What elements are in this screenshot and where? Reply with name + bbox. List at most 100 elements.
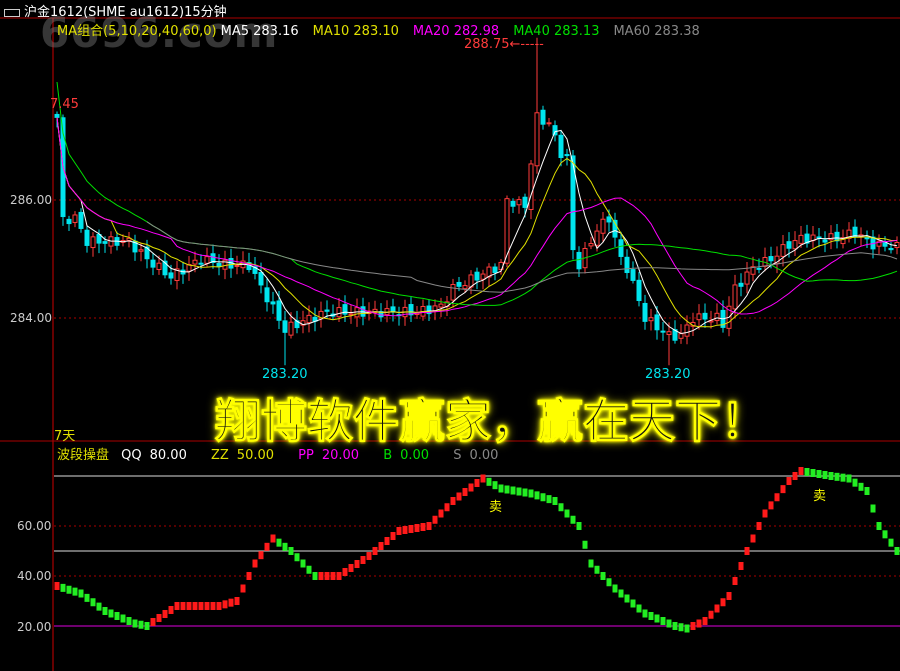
oscillator-bar: [276, 538, 282, 547]
oscillator-bar: [894, 547, 900, 555]
candle-body: [492, 266, 498, 273]
oscillator-bar: [654, 614, 660, 623]
oscillator-bar: [456, 492, 462, 501]
oscillator-bar: [396, 527, 402, 535]
oscillator-bar: [744, 547, 750, 555]
candle-body: [636, 279, 642, 302]
oscillator-bar: [378, 542, 384, 550]
oscillator-bar: [792, 472, 798, 480]
candle-body: [72, 214, 78, 223]
oscillator-bar: [522, 488, 528, 497]
oscillator-bar: [750, 534, 756, 543]
ma10-value: MA10 283.10: [312, 24, 399, 39]
candle-body: [66, 218, 72, 225]
candle-body: [324, 309, 330, 312]
oscillator-bar: [426, 522, 432, 530]
candle-body: [576, 251, 582, 270]
oscillator-bar: [246, 572, 252, 580]
oscillator-bar: [60, 583, 66, 592]
oscillator-bar: [828, 472, 834, 480]
candle-body: [216, 262, 222, 268]
candle-body: [564, 154, 570, 157]
oscillator-bar: [408, 525, 414, 533]
y-tick-40: 40.00: [17, 569, 52, 583]
candle-body: [192, 259, 198, 265]
candle-body: [54, 113, 60, 118]
oscillator-bar: [852, 478, 858, 487]
oscillator-bar: [780, 485, 786, 494]
oscillator-bar: [84, 593, 90, 602]
oscillator-bar: [72, 587, 78, 596]
candle-body: [156, 262, 162, 271]
oscillator-bar: [468, 483, 474, 492]
oscillator-bar: [282, 542, 288, 551]
oscillator-bar: [108, 609, 114, 618]
candle-body: [780, 244, 786, 257]
oscillator-bar: [414, 524, 420, 532]
oscillator-bar: [510, 486, 516, 495]
b-label: B: [383, 448, 393, 463]
oscillator-bar: [288, 547, 294, 555]
candle-body: [150, 259, 156, 268]
oscillator-bar: [264, 542, 270, 551]
ma-combo-label: MA组合(5,10,20,40,60,0): [57, 24, 217, 39]
pp-label: PP: [298, 448, 314, 463]
oscillator-bar: [576, 522, 582, 530]
oscillator-bar: [420, 523, 426, 531]
candle-body: [78, 211, 84, 229]
oscillator-bar: [846, 474, 852, 483]
oscillator-bar: [168, 606, 174, 614]
oscillator-bar: [450, 497, 456, 505]
oscillator-bar: [318, 572, 324, 580]
oscillator-bar: [180, 602, 186, 610]
candle-body: [282, 320, 288, 333]
qq-label: QQ: [121, 448, 142, 463]
oscillator-bar: [756, 522, 762, 530]
oscillator-bar: [384, 537, 390, 545]
candle-body: [768, 256, 774, 262]
candle-body: [702, 312, 708, 320]
oscillator-bar: [240, 584, 246, 593]
candle-body: [528, 163, 534, 211]
y-tick-60: 60.00: [17, 519, 52, 533]
oscillator-bar: [150, 618, 156, 626]
candle-body: [438, 303, 444, 308]
candle-body: [786, 241, 792, 249]
candle-body: [276, 300, 282, 321]
candle-body: [618, 239, 624, 257]
candle-body: [522, 196, 528, 208]
oscillator-bar: [582, 540, 588, 549]
oscillator-bar: [594, 565, 600, 574]
oscillator-bar: [480, 474, 486, 483]
zz-label: ZZ: [210, 448, 229, 463]
y-tick-20: 20.00: [17, 620, 52, 634]
oscillator-bar: [54, 582, 60, 590]
candle-body: [642, 302, 648, 322]
candle-body: [258, 272, 264, 286]
oscillator-bar: [624, 594, 630, 603]
oscillator-bar: [684, 624, 690, 633]
candle-body: [732, 284, 738, 310]
oscillator-bar: [102, 607, 108, 615]
oscillator-bar: [876, 522, 882, 530]
left-high-label: 7.45: [50, 97, 79, 112]
b-value: 0.00: [400, 448, 430, 463]
oscillator-bar: [432, 515, 438, 524]
oscillator-bar: [540, 493, 546, 502]
oscillator-bar: [696, 619, 702, 628]
candle-body: [594, 230, 600, 246]
oscillator-bar: [228, 598, 234, 607]
window-title: 沪金1612(SHME au1612)15分钟: [4, 1, 227, 20]
candle-body: [264, 287, 270, 303]
candle-body: [648, 317, 654, 322]
oscillator-bar: [804, 468, 810, 476]
candle-body: [546, 122, 552, 125]
candle-body: [462, 285, 468, 290]
candle-body: [504, 198, 510, 264]
candle-body: [288, 321, 294, 336]
oscillator-bar: [504, 485, 510, 494]
oscillator-bar: [840, 473, 846, 482]
candle-body: [480, 273, 486, 280]
oscillator-bar: [234, 597, 240, 605]
oscillator-bar: [198, 602, 204, 610]
